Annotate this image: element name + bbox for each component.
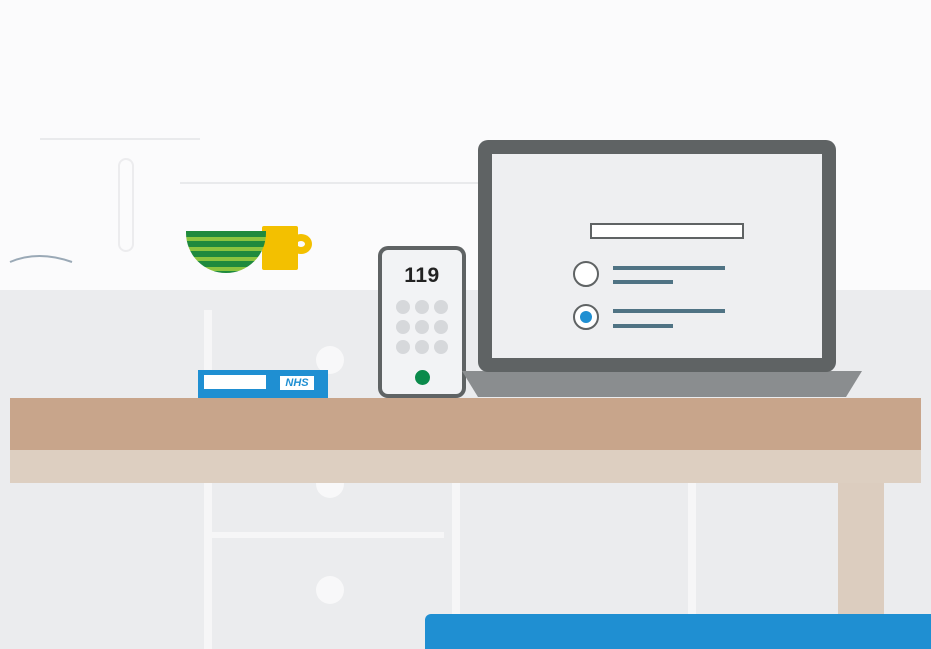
card-name-field bbox=[204, 375, 266, 389]
keypad-key bbox=[415, 300, 429, 314]
laptop-screen bbox=[492, 154, 822, 358]
laptop bbox=[478, 140, 836, 372]
blue-banner bbox=[425, 614, 931, 649]
cabinet-knob bbox=[316, 576, 344, 604]
table-apron bbox=[10, 450, 921, 483]
keypad-key bbox=[434, 300, 448, 314]
shelf-line bbox=[40, 138, 200, 140]
keypad-key bbox=[396, 340, 410, 354]
keypad-key bbox=[434, 340, 448, 354]
cabinet-divider bbox=[204, 532, 444, 538]
nhs-card: NHS bbox=[198, 370, 328, 398]
phone-number: 119 bbox=[404, 264, 440, 287]
option-2-text-line bbox=[613, 309, 725, 313]
keypad-key bbox=[415, 340, 429, 354]
keypad-key bbox=[396, 320, 410, 334]
phone-screen: 119 bbox=[382, 250, 462, 394]
option-1-text-line bbox=[613, 266, 725, 270]
option-2-text-line bbox=[613, 324, 673, 328]
mug-icon bbox=[262, 226, 298, 270]
keypad-key bbox=[434, 320, 448, 334]
call-button-icon bbox=[415, 370, 430, 385]
wall-outlet bbox=[118, 158, 134, 252]
keypad-key bbox=[396, 300, 410, 314]
phone: 119 bbox=[378, 246, 466, 398]
nhs-logo: NHS bbox=[280, 376, 314, 390]
laptop-base bbox=[462, 371, 862, 397]
table-leg bbox=[838, 483, 884, 623]
radio-selected-dot bbox=[580, 311, 592, 323]
radio-option-1 bbox=[573, 261, 599, 287]
table-top bbox=[10, 398, 921, 450]
option-1-text-line bbox=[613, 280, 673, 284]
wire bbox=[9, 255, 73, 263]
keypad-key bbox=[415, 320, 429, 334]
form-input-field bbox=[590, 223, 744, 239]
radio-option-2-selected bbox=[573, 304, 599, 330]
